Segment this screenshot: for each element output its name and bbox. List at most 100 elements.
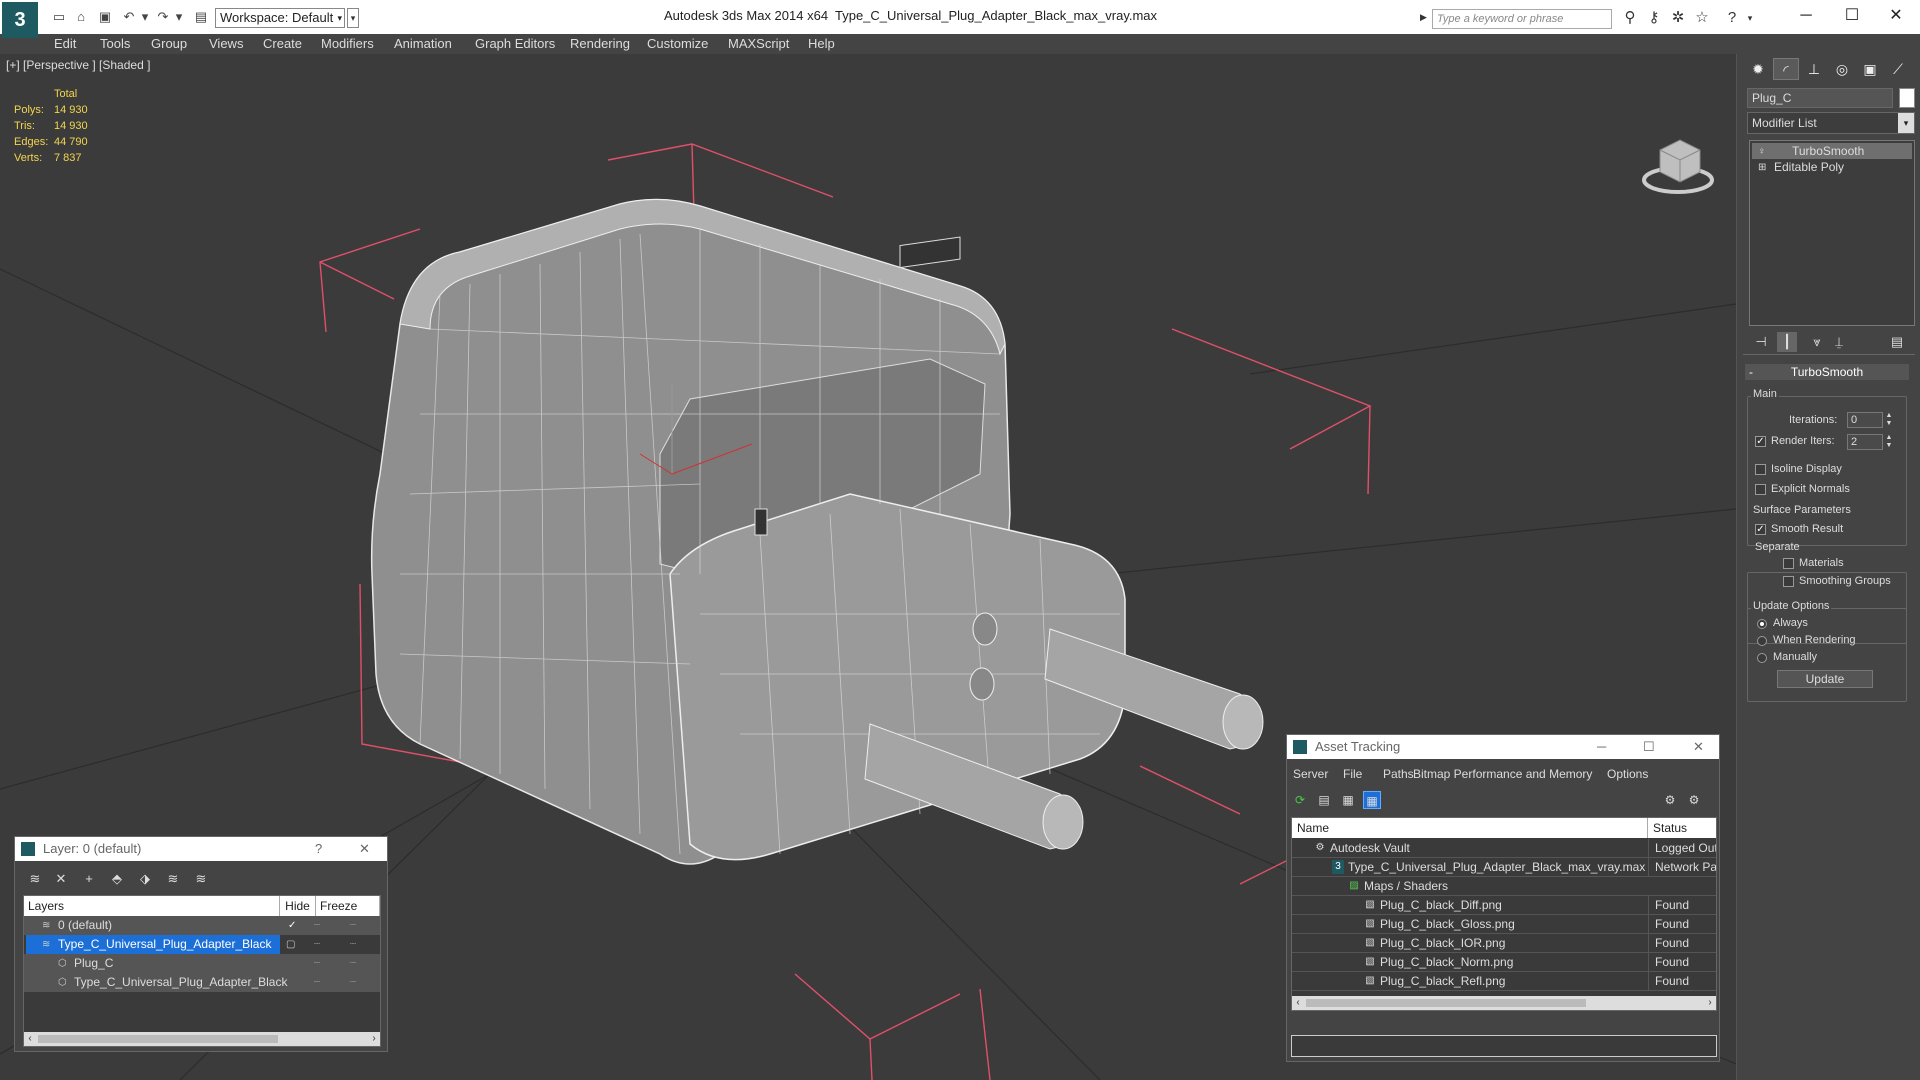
object-name-field[interactable]: Plug_C [1747, 88, 1893, 108]
column-header-layers[interactable]: Layers [24, 896, 280, 916]
vault-settings-icon[interactable]: ⚙ [1685, 791, 1703, 809]
asset-menu-server[interactable]: Server [1293, 767, 1328, 781]
asset-menu-paths[interactable]: Paths [1383, 767, 1414, 781]
asset-menu-file[interactable]: File [1343, 767, 1362, 781]
show-end-result-icon[interactable]: ┃ [1777, 332, 1797, 352]
stack-item-turbosmooth[interactable]: ♀ TurboSmooth [1752, 143, 1912, 159]
smooth-result-checkbox[interactable]: ✓ [1755, 524, 1766, 535]
undo-dropdown-icon[interactable]: ▾ [136, 9, 154, 25]
freeze-toggle[interactable]: ┈ [350, 954, 356, 973]
hide-toggle[interactable]: ┈ [314, 935, 320, 954]
asset-row[interactable]: ▨ Maps / Shaders [1292, 877, 1716, 896]
menu-customize[interactable]: Customize [647, 36, 708, 51]
highlight-layer-icon[interactable]: ≋ [163, 870, 183, 888]
menu-group[interactable]: Group [151, 36, 187, 51]
delete-layer-icon[interactable]: ✕ [51, 870, 71, 888]
help-dropdown-icon[interactable]: ▾ [1740, 9, 1760, 27]
thumbnail-view-icon[interactable]: ▦ [1339, 791, 1357, 809]
search-icon[interactable]: ⚷ [1644, 9, 1664, 27]
freeze-toggle[interactable]: ┈ [350, 935, 356, 954]
chevron-left-icon[interactable]: ‹ [24, 1032, 36, 1046]
menu-help[interactable]: Help [808, 36, 835, 51]
manually-radio[interactable] [1757, 653, 1767, 663]
project-folder-icon[interactable]: ▤ [192, 9, 210, 25]
scrollbar-thumb[interactable] [38, 1035, 278, 1043]
asset-row[interactable]: 3 Type_C_Universal_Plug_Adapter_Black_ma… [1292, 858, 1716, 877]
star-tools-icon[interactable]: ✲ [1668, 9, 1688, 27]
when-rendering-radio[interactable] [1757, 636, 1767, 646]
hide-toggle[interactable]: ┈ [314, 973, 320, 992]
redo-dropdown-icon[interactable]: ▾ [170, 9, 188, 25]
stack-item-editable-poly[interactable]: ⊞ Editable Poly [1752, 159, 1912, 175]
layer-row[interactable]: ⬡ Type_C_Universal_Plug_Adapter_Black ┈ … [24, 973, 380, 992]
asset-menu-bitmap-performance[interactable]: Bitmap Performance and Memory [1413, 767, 1592, 781]
viewcube-icon[interactable] [1642, 139, 1714, 194]
hierarchy-tab-icon[interactable]: ⊥ [1801, 58, 1827, 80]
refresh-icon[interactable]: ⟳ [1291, 791, 1309, 809]
column-header-status[interactable]: Status [1648, 818, 1716, 838]
collapse-icon[interactable]: - [1749, 364, 1753, 380]
layer-dialog-titlebar[interactable]: Layer: 0 (default) ? ✕ [15, 837, 387, 861]
asset-row[interactable]: ▧ Plug_C_black_Norm.png Found [1292, 953, 1716, 972]
freeze-toggle[interactable]: ┈ [350, 973, 356, 992]
minimize-icon[interactable]: ─ [1786, 4, 1826, 28]
iterations-spinner-icon[interactable]: ▲ ▼ [1885, 412, 1893, 428]
checkmark-icon[interactable]: ✓ [288, 916, 296, 935]
create-tab-icon[interactable]: ✹ [1745, 58, 1771, 80]
object-color-swatch[interactable] [1899, 88, 1915, 108]
add-selected-icon[interactable]: ⬘ [107, 870, 127, 888]
column-header-freeze[interactable]: Freeze [316, 896, 380, 916]
freeze-toggle[interactable]: ┈ [350, 916, 356, 935]
always-radio[interactable] [1757, 619, 1767, 629]
help-icon[interactable]: ? [1722, 9, 1742, 27]
iterations-input[interactable]: 0 [1847, 412, 1883, 428]
layer-row[interactable]: ⬡ Plug_C ┈ ┈ [24, 954, 380, 973]
layer-row[interactable]: ≋ Type_C_Universal_Plug_Adapter_Black ▢ … [24, 935, 380, 954]
close-icon[interactable]: ✕ [1693, 735, 1704, 759]
configure-modifier-sets-icon[interactable]: ▤ [1887, 332, 1907, 352]
scrollbar-thumb[interactable] [1306, 999, 1586, 1007]
asset-row[interactable]: ▧ Plug_C_black_Refl.png Found [1292, 972, 1716, 991]
menu-rendering[interactable]: Rendering [570, 36, 630, 51]
materials-checkbox[interactable] [1783, 558, 1794, 569]
menu-tools[interactable]: Tools [100, 36, 130, 51]
menu-edit[interactable]: Edit [54, 36, 76, 51]
explicit-normals-checkbox[interactable] [1755, 484, 1766, 495]
chevron-left-icon[interactable]: ‹ [1292, 996, 1304, 1010]
new-file-icon[interactable]: ▭ [50, 9, 68, 25]
layer-row[interactable]: ≋ 0 (default) ✓ ┈ ┈ [24, 916, 380, 935]
turbosmooth-rollout-header[interactable]: - TurboSmooth [1745, 364, 1909, 380]
render-iters-input[interactable]: 2 [1847, 434, 1883, 450]
asset-row[interactable]: ⚙ Autodesk Vault Logged Out [1292, 839, 1716, 858]
app-logo-icon[interactable]: 3 [2, 2, 38, 38]
save-icon[interactable]: ▣ [96, 9, 114, 25]
column-header-name[interactable]: Name [1292, 818, 1648, 838]
select-layer-objects-icon[interactable]: ⬗ [135, 870, 155, 888]
smoothing-groups-checkbox[interactable] [1783, 576, 1794, 587]
hide-toggle[interactable]: ┈ [314, 954, 320, 973]
workspace-dropdown[interactable]: Workspace: Default ▾ [215, 8, 345, 28]
hide-all-layers-icon[interactable]: ≋ [191, 870, 211, 888]
motion-tab-icon[interactable]: ◎ [1829, 58, 1855, 80]
maximize-icon[interactable]: ☐ [1832, 4, 1872, 28]
asset-row[interactable]: ▧ Plug_C_black_Diff.png Found [1292, 896, 1716, 915]
remove-modifier-icon[interactable]: ⍊ [1829, 332, 1849, 352]
current-layer-box-icon[interactable]: ▢ [286, 935, 295, 954]
modifier-list-dropdown[interactable]: Modifier List ▾ [1747, 112, 1915, 134]
asset-row[interactable]: ▧ Plug_C_black_IOR.png Found [1292, 934, 1716, 953]
list-view-icon[interactable]: ▤ [1315, 791, 1333, 809]
hide-toggle[interactable]: ┈ [314, 916, 320, 935]
close-icon[interactable]: ✕ [359, 837, 370, 861]
render-iters-spinner-icon[interactable]: ▲ ▼ [1885, 434, 1893, 450]
menu-views[interactable]: Views [209, 36, 243, 51]
viewport-label[interactable]: [+] [Perspective ] [Shaded ] [6, 58, 150, 72]
render-iters-checkbox[interactable]: ✓ [1755, 436, 1766, 447]
lightbulb-icon[interactable]: ♀ [1758, 144, 1766, 160]
open-file-icon[interactable]: ⌂ [72, 9, 90, 25]
asset-dialog-titlebar[interactable]: Asset Tracking ─ ☐ ✕ [1287, 735, 1719, 759]
horizontal-scrollbar[interactable]: ‹ › [24, 1032, 380, 1046]
isoline-display-checkbox[interactable] [1755, 464, 1766, 475]
vault-login-icon[interactable]: ⚙ [1661, 791, 1679, 809]
minimize-icon[interactable]: ─ [1597, 735, 1606, 759]
binoculars-icon[interactable]: ⚲ [1620, 9, 1640, 27]
